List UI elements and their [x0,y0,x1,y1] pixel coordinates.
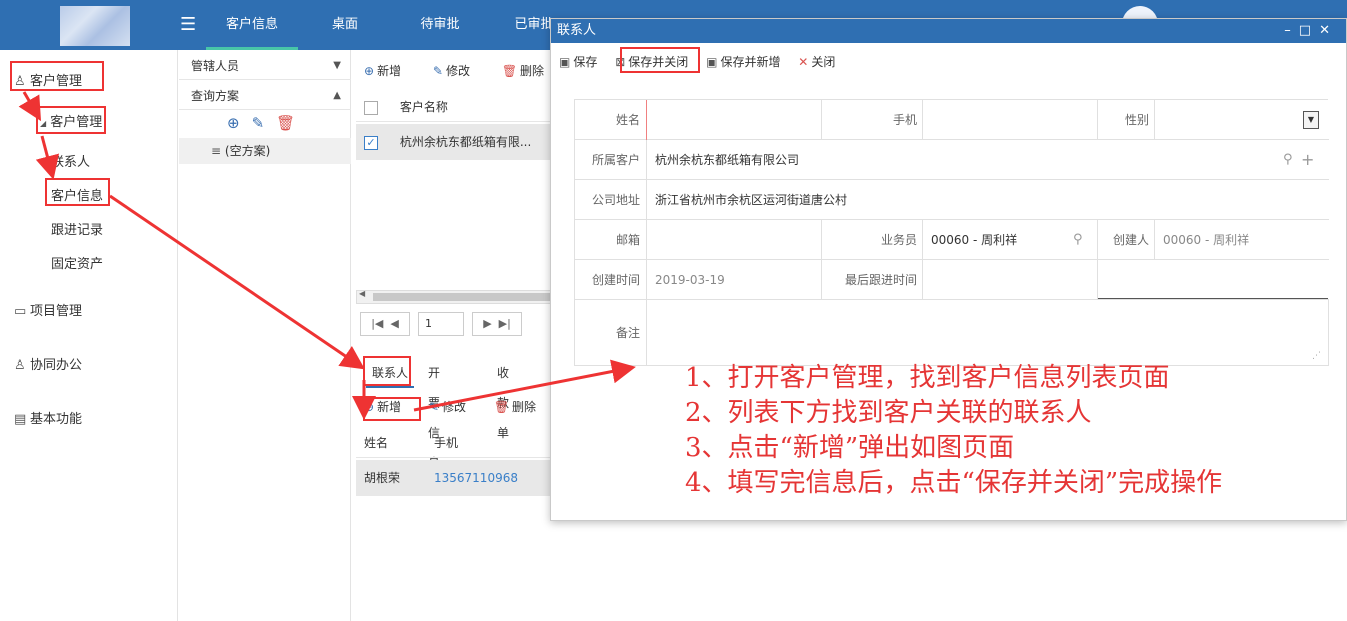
annotation-arrows [18,91,636,420]
